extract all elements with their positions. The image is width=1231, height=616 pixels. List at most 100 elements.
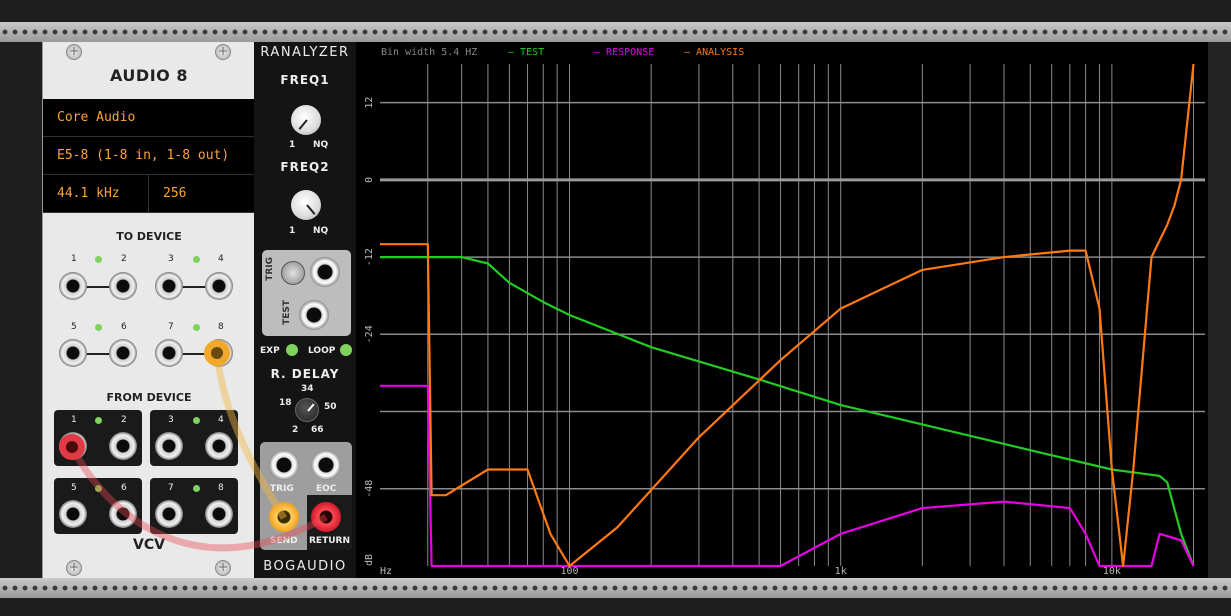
port-label: 8 [218,483,224,493]
rack-edge [1208,42,1231,578]
port-label: 3 [168,254,174,264]
ranalyzer-module: RANALYZER FREQ1 1 NQ FREQ2 1 NQ TRIG TES… [254,42,356,578]
port-label: 7 [168,483,174,493]
series-line-analysis [380,63,1195,568]
from-device-label: FROM DEVICE [106,391,192,404]
exp-label: EXP [260,346,280,356]
port-label: 1 [71,254,77,264]
bottom-rack-rail [0,578,1231,598]
input-jack-8[interactable] [205,339,233,367]
test-label: TEST [282,300,292,325]
freq2-knob[interactable] [291,190,321,220]
status-led [193,256,200,263]
screw-icon: + [66,44,82,60]
output-jack-7[interactable] [155,500,183,528]
rdelay-label: R. DELAY [270,367,340,381]
port-label: 2 [121,254,127,264]
port-label: 4 [218,415,224,425]
port-label: 4 [218,254,224,264]
status-led [95,485,102,492]
freq1-max: NQ [313,140,329,150]
input-jack-1[interactable] [59,272,87,300]
module-title: RANALYZER [260,45,350,60]
return-label: RETURN [309,536,350,546]
output-jack-3[interactable] [155,432,183,460]
test-input-jack[interactable] [299,300,329,330]
loop-toggle[interactable] [340,344,352,356]
device-selector[interactable]: E5-8 (1-8 in, 1-8 out) [43,137,255,175]
output-jack-5[interactable] [59,500,87,528]
x-tick-label: 100 [561,566,579,577]
input-jack-6[interactable] [109,339,137,367]
port-label: 5 [71,322,77,332]
trig-input-jack[interactable] [310,257,340,287]
vcv-logo: VCV [133,537,165,553]
x-tick-label: 1k [835,566,847,577]
eoc-output-jack[interactable] [311,450,341,480]
port-label: 6 [121,483,127,493]
to-device-label: TO DEVICE [116,230,182,243]
top-rack-rail [0,22,1231,42]
rdelay-value: 50 [324,402,337,412]
status-led [193,485,200,492]
output-jack-6[interactable] [109,500,137,528]
sample-rate-label: 44.1 kHz [57,186,120,201]
rdelay-value: 66 [311,425,324,435]
input-jack-3[interactable] [155,272,183,300]
input-jack-5[interactable] [59,339,87,367]
send-label: SEND [270,536,298,546]
y-tick-label: -12 [364,248,375,266]
input-jack-2[interactable] [109,272,137,300]
audio-8-module: + + AUDIO 8 Core Audio E5-8 (1-8 in, 1-8… [42,42,256,578]
output-jack-4[interactable] [205,432,233,460]
loop-label: LOOP [308,346,336,356]
y-tick-label: 12 [364,97,375,109]
rdelay-value: 34 [301,384,314,394]
screw-icon: + [215,560,231,576]
output-jack-8[interactable] [205,500,233,528]
trig-output-jack[interactable] [269,450,299,480]
input-jack-7[interactable] [155,339,183,367]
driver-label: Core Audio [57,110,136,125]
screw-icon: + [215,44,231,60]
y-tick-label: -24 [364,325,375,343]
y-unit-label: dB [364,554,375,566]
port-label: 1 [71,415,77,425]
freq2-max: NQ [313,226,329,236]
screw-icon: + [66,560,82,576]
eoc-label: EOC [316,484,337,494]
frequency-plot: 12 0 -12 -24 -48 dB Hz 100 1k 10k [364,63,1205,577]
status-led [95,256,102,263]
driver-selector[interactable]: Core Audio [43,99,255,137]
status-led [95,417,102,424]
input-jack-4[interactable] [205,272,233,300]
status-led [95,324,102,331]
rdelay-knob[interactable] [295,398,319,422]
output-jack-1[interactable] [59,432,87,460]
port-label: 7 [168,322,174,332]
port-label: 6 [121,322,127,332]
y-tick-label: -48 [364,480,375,498]
out-trig-label: TRIG [270,484,294,494]
status-led [193,324,200,331]
port-label: 2 [121,415,127,425]
x-tick-label: Hz [380,566,392,577]
send-output-jack[interactable] [269,502,299,532]
port-label: 8 [218,322,224,332]
freq2-min: 1 [289,226,296,236]
freq1-knob[interactable] [291,105,321,135]
block-size-selector[interactable]: 256 [149,175,255,213]
sample-rate-selector[interactable]: 44.1 kHz [43,175,149,213]
trig-button[interactable] [281,261,305,285]
rdelay-value: 18 [279,398,292,408]
series-line-response [380,384,1195,568]
output-jack-2[interactable] [109,432,137,460]
port-label: 5 [71,483,77,493]
exp-toggle[interactable] [286,344,298,356]
analyzer-display: Bin width 5.4 HZ — TEST — RESPONSE — ANA… [356,42,1208,578]
device-label: E5-8 (1-8 in, 1-8 out) [57,148,230,163]
status-led [193,417,200,424]
bogaudio-logo: BOGAUDIO [263,559,347,574]
freq2-label: FREQ2 [280,160,330,174]
return-input-jack[interactable] [311,502,341,532]
